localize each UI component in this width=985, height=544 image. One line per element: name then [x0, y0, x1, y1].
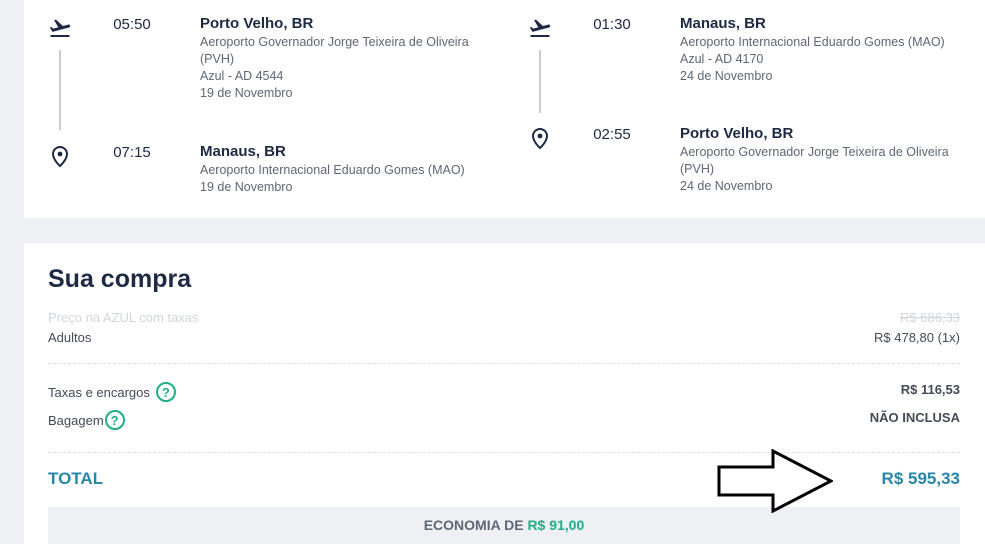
total-label: TOTAL	[48, 469, 104, 488]
arrival-info: Manaus, BR Aeroporto Internacional Eduar…	[200, 142, 500, 196]
departure-date: 19 de Novembro	[200, 86, 293, 100]
help-icon[interactable]: ?	[155, 382, 176, 402]
departure-time: 01:30	[593, 16, 631, 33]
departure-city: Manaus, BR	[680, 15, 766, 32]
itinerary-card: 05:50 Porto Velho, BR Aeroporto Governad…	[24, 0, 985, 218]
divider	[48, 363, 960, 364]
economy-value: R$ 91,00	[527, 517, 585, 533]
arrival-date: 24 de Novembro	[680, 179, 773, 193]
arrival-time: 02:55	[593, 126, 631, 143]
airline-price-value: R$ 686,33	[900, 310, 960, 325]
purchase-summary-card: Sua compra Preço na AZUL com taxas R$ 68…	[24, 243, 985, 544]
departure-info: Manaus, BR Aeroporto Internacional Eduar…	[680, 14, 980, 85]
departure-date: 24 de Novembro	[680, 69, 773, 83]
plane-takeoff-icon	[528, 16, 552, 40]
flight-number: Azul - AD 4544	[200, 69, 284, 83]
departure-time: 05:50	[113, 16, 151, 33]
airline-price-label: Preço na AZUL com taxas	[48, 310, 199, 325]
route-line	[539, 50, 541, 113]
route-line	[59, 50, 61, 130]
arrival-airport: Aeroporto Internacional Eduardo Gomes (M…	[200, 163, 465, 177]
arrow-annotation-icon	[717, 449, 833, 513]
adults-label: Adultos	[48, 330, 92, 345]
departure-info: Porto Velho, BR Aeroporto Governador Jor…	[200, 14, 500, 102]
arrival-info: Porto Velho, BR Aeroporto Governador Jor…	[680, 124, 980, 195]
plane-takeoff-icon	[48, 16, 72, 40]
taxes-value: R$ 116,53	[900, 382, 960, 397]
baggage-label: Bagagem	[48, 412, 104, 428]
departure-airport: Aeroporto Internacional Eduardo Gomes (M…	[680, 35, 945, 49]
baggage-row: Bagagem ? NÃO INCLUSA	[48, 410, 960, 430]
help-icon[interactable]: ?	[104, 410, 125, 430]
economy-label: ECONOMIA DE	[423, 517, 524, 533]
arrival-date: 19 de Novembro	[200, 180, 293, 194]
airline-price-row: Preço na AZUL com taxas R$ 686,33	[48, 310, 960, 330]
arrival-city: Porto Velho, BR	[680, 125, 794, 142]
location-pin-icon	[528, 126, 552, 150]
purchase-title: Sua compra	[48, 265, 192, 293]
departure-airport: Aeroporto Governador Jorge Teixeira de O…	[200, 35, 469, 66]
flight-number: Azul - AD 4170	[680, 52, 764, 66]
arrival-airport: Aeroporto Governador Jorge Teixeira de O…	[680, 145, 949, 176]
outbound-leg: 05:50 Porto Velho, BR Aeroporto Governad…	[48, 0, 488, 218]
departure-city: Porto Velho, BR	[200, 15, 314, 32]
baggage-value: NÃO INCLUSA	[869, 410, 960, 425]
taxes-label: Taxas e encargos	[48, 384, 150, 400]
total-value: R$ 595,33	[881, 469, 960, 488]
arrival-city: Manaus, BR	[200, 143, 286, 160]
taxes-row: Taxas e encargos ? R$ 116,53	[48, 382, 960, 402]
inbound-leg: 01:30 Manaus, BR Aeroporto Internacional…	[528, 0, 968, 218]
adults-value: R$ 478,80 (1x)	[874, 330, 960, 345]
location-pin-icon	[48, 144, 72, 168]
adults-row: Adultos R$ 478,80 (1x)	[48, 330, 960, 350]
arrival-time: 07:15	[113, 144, 151, 161]
